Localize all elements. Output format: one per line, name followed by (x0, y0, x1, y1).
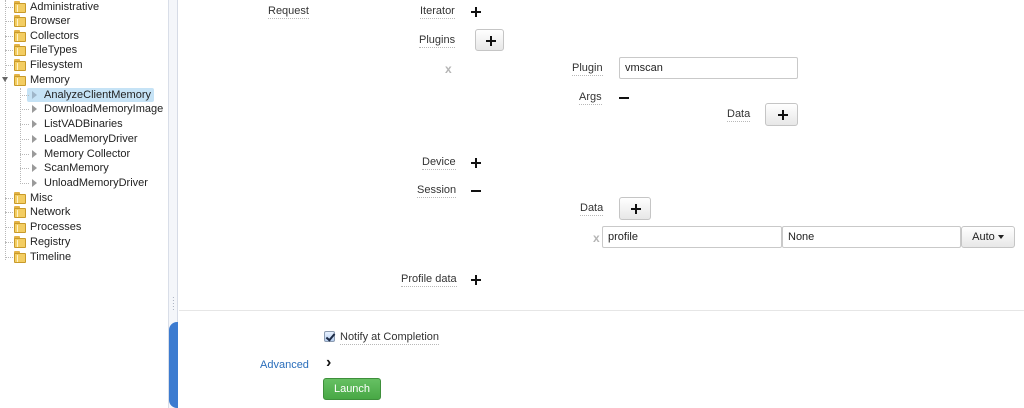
folder-icon (14, 236, 26, 248)
expand-icon[interactable] (2, 3, 10, 11)
add-iterator-plus-icon[interactable] (470, 6, 482, 18)
folder-icon (14, 221, 26, 233)
tree-item-browser[interactable]: Browser (0, 14, 168, 28)
folder-icon (14, 251, 26, 263)
plugins-label: Plugins (419, 34, 456, 48)
tree-item-label: Memory Collector (44, 148, 131, 160)
tree-item-misc[interactable]: Misc (0, 191, 168, 205)
tree-item-label: Administrative (30, 1, 100, 13)
session-key-input[interactable] (602, 226, 782, 248)
tree-item-label: AnalyzeClientMemory (41, 88, 154, 102)
folder-icon (14, 192, 26, 204)
notify-label: Notify at Completion (340, 331, 440, 345)
iterator-label: Iterator (420, 5, 455, 19)
notify-checkbox[interactable] (324, 331, 335, 342)
leaf-triangle-icon (32, 164, 37, 172)
tree-item-filetypes[interactable]: FileTypes (0, 43, 168, 57)
profile-data-label: Profile data (401, 273, 457, 287)
tree-item-label: Browser (30, 15, 71, 27)
remove-plugin-icon[interactable]: x (445, 62, 452, 76)
plugin-label: Plugin (572, 62, 603, 76)
folder-icon (14, 1, 26, 13)
chevron-right-icon[interactable]: › (326, 354, 331, 372)
section-divider (179, 310, 1024, 311)
session-label: Session (417, 184, 457, 198)
tree-item-unloadmemorydriver[interactable]: UnloadMemoryDriver (0, 176, 168, 190)
leaf-triangle-icon (32, 150, 37, 158)
add-profile-data-plus-icon[interactable] (470, 274, 482, 286)
session-value-input[interactable] (782, 226, 961, 248)
tree-item-downloadmemoryimage[interactable]: DownloadMemoryImage (0, 102, 168, 116)
tree-item-processes[interactable]: Processes (0, 220, 168, 234)
folder-icon (14, 44, 26, 56)
tree-item-scanmemory[interactable]: ScanMemory (0, 161, 168, 175)
tree-item-label: Memory (30, 74, 70, 86)
add-args-data-button[interactable] (765, 103, 798, 126)
advanced-link[interactable]: Advanced (260, 359, 309, 371)
plus-icon (485, 35, 497, 47)
tree-item-label: ListVADBinaries (44, 118, 123, 130)
splitter-collapse-handle[interactable] (169, 322, 178, 408)
plugin-input[interactable] (619, 57, 798, 79)
tree-item-label: FileTypes (30, 44, 78, 56)
tree-item-analyzeclientmemory[interactable]: AnalyzeClientMemory (0, 88, 168, 102)
tree-item-filesystem[interactable]: Filesystem (0, 58, 168, 72)
folder-icon (14, 15, 26, 27)
plus-icon (777, 109, 789, 121)
tree-item-memory-collector[interactable]: Memory Collector (0, 147, 168, 161)
type-dropdown-button[interactable]: Auto (961, 226, 1015, 248)
caret-down-icon (997, 235, 1004, 239)
session-data-label: Data (580, 202, 604, 216)
tree-item-administrative[interactable]: Administrative (0, 0, 168, 14)
plus-icon (630, 203, 642, 215)
leaf-triangle-icon (32, 105, 37, 113)
tree-item-timeline[interactable]: Timeline (0, 250, 168, 264)
folder-icon (14, 30, 26, 42)
request-label: Request (268, 5, 309, 19)
tree-item-label: Collectors (30, 30, 79, 42)
add-session-data-button[interactable] (619, 197, 651, 220)
tree-item-memory[interactable]: Memory (0, 73, 168, 87)
folder-open-icon (14, 74, 26, 86)
tree-item-listvadbinaries[interactable]: ListVADBinaries (0, 117, 168, 131)
leaf-triangle-icon (32, 135, 37, 143)
remove-session-data-icon[interactable]: x (593, 231, 600, 245)
add-device-plus-icon[interactable] (470, 157, 482, 169)
leaf-triangle-icon (32, 91, 37, 99)
tree-item-label: Network (30, 206, 71, 218)
leaf-triangle-icon (32, 179, 37, 187)
tree-item-label: DownloadMemoryImage (44, 103, 164, 115)
tree-item-loadmemorydriver[interactable]: LoadMemoryDriver (0, 132, 168, 146)
folder-icon (14, 59, 26, 71)
tree-item-label: Registry (30, 236, 71, 248)
tree-item-registry[interactable]: Registry (0, 235, 168, 249)
tree-item-label: UnloadMemoryDriver (44, 177, 148, 189)
tree-item-network[interactable]: Network (0, 205, 168, 219)
tree-item-label: ScanMemory (44, 162, 109, 174)
tree-item-label: Timeline (30, 251, 72, 263)
flow-form: Request Iterator Plugins x Plugin Args D… (179, 0, 1024, 408)
panel-splitter[interactable]: · · · · · (168, 0, 178, 408)
tree-item-label: LoadMemoryDriver (44, 133, 138, 145)
splitter-grip-icon[interactable]: · · · · · (172, 294, 175, 314)
args-data-label: Data (727, 108, 751, 122)
collapse-args-minus-icon[interactable] (618, 92, 630, 104)
args-label: Args (579, 91, 602, 105)
expanded-triangle-icon[interactable] (2, 77, 8, 82)
tree-item-label: Filesystem (30, 59, 83, 71)
device-label: Device (422, 156, 456, 170)
tree-panel: Administrative Browser Collectors FileTy… (0, 0, 168, 408)
collapse-session-minus-icon[interactable] (470, 185, 482, 197)
tree-item-collectors[interactable]: Collectors (0, 29, 168, 43)
leaf-triangle-icon (32, 120, 37, 128)
launch-button[interactable]: Launch (323, 378, 381, 400)
tree-item-label: Misc (30, 192, 53, 204)
auto-label: Auto (972, 231, 995, 243)
tree-item-label: Processes (30, 221, 82, 233)
add-plugin-button[interactable] (475, 29, 504, 51)
folder-icon (14, 206, 26, 218)
